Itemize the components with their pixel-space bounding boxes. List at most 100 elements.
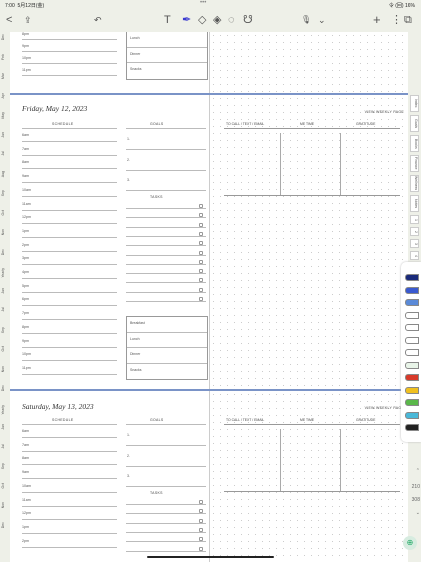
pen-color-swatch[interactable] [405, 299, 419, 306]
task-checkbox[interactable] [199, 500, 203, 504]
month-tab[interactable]: Feb [1, 54, 9, 60]
hour-line[interactable] [22, 250, 117, 252]
task-checkbox[interactable] [199, 518, 203, 523]
pen-color-swatch[interactable] [405, 349, 419, 356]
month-tab[interactable]: Jul [1, 151, 9, 155]
section-tab[interactable]: Index [410, 95, 419, 112]
month-tab[interactable]: Nov [1, 229, 9, 235]
meal-row[interactable]: Snacks [127, 63, 207, 79]
hour-line[interactable] [22, 39, 117, 40]
meal-row[interactable]: Dinner [127, 348, 207, 364]
more-icon[interactable]: ⋮ [391, 13, 402, 27]
task-checkbox[interactable] [199, 241, 203, 246]
text-tool-icon[interactable]: T [164, 13, 171, 27]
hour-line[interactable] [22, 291, 117, 293]
month-tab[interactable]: Oct [1, 483, 9, 488]
month-tab[interactable]: Yearly [1, 405, 9, 415]
month-tab[interactable]: May [1, 112, 9, 119]
hour-line[interactable] [22, 360, 117, 361]
task-checkbox[interactable] [199, 269, 203, 274]
pen-color-swatch[interactable] [405, 411, 419, 419]
section-tab[interactable]: Notes [410, 195, 419, 212]
page-saturday-dot-grid[interactable]: VIEW WEEKLY PAGE TO CALL / TEXT / EMAIL M… [210, 391, 408, 562]
pen-color-swatch[interactable] [405, 311, 419, 319]
task-row[interactable] [126, 211, 206, 219]
task-checkbox[interactable] [199, 297, 203, 301]
hour-line[interactable] [22, 63, 117, 64]
hour-line[interactable] [22, 209, 117, 210]
section-tab[interactable]: 1 [410, 215, 419, 224]
task-checkbox[interactable] [199, 509, 203, 514]
hour-line[interactable] [22, 264, 117, 265]
hour-line[interactable] [22, 154, 117, 156]
goal-line[interactable] [126, 486, 206, 487]
zoom-in-icon[interactable]: ⊕ [403, 536, 417, 550]
goal-line[interactable] [126, 169, 206, 170]
meal-row[interactable]: Snacks [127, 364, 207, 380]
shapes-icon[interactable]: ☋ [243, 13, 253, 27]
hour-line[interactable] [22, 332, 117, 334]
hour-line[interactable] [22, 75, 117, 76]
goal-line[interactable] [126, 445, 206, 446]
month-tab[interactable]: Jun [1, 132, 9, 138]
pen-tool-icon[interactable]: ✒ [182, 13, 191, 27]
goal-line[interactable] [126, 190, 206, 191]
pen-color-swatch[interactable] [405, 386, 419, 394]
month-tab[interactable]: Jul [1, 307, 9, 311]
view-weekly-page-link[interactable]: VIEW WEEKLY PAGE [365, 110, 404, 114]
task-row[interactable] [126, 221, 206, 228]
month-tab[interactable]: Apr [1, 93, 9, 98]
month-tab[interactable]: Dec [1, 522, 9, 528]
view-weekly-page-link[interactable]: VIEW WEEKLY PAGE [365, 406, 404, 410]
section-tab[interactable]: Finance [410, 155, 419, 172]
hour-line[interactable] [22, 319, 117, 320]
month-tab[interactable]: Sep [1, 327, 9, 333]
hour-line[interactable] [22, 346, 117, 347]
section-tab[interactable]: Wellness [410, 175, 419, 192]
task-checkbox[interactable] [199, 537, 203, 542]
task-row[interactable] [126, 230, 206, 237]
pen-color-swatch[interactable] [405, 274, 419, 281]
hour-line[interactable] [22, 195, 117, 197]
page-friday-dot-grid[interactable]: VIEW WEEKLY PAGE TO CALL / TEXT / EMAIL M… [210, 95, 408, 389]
task-row[interactable] [126, 507, 206, 515]
task-row[interactable] [126, 276, 206, 284]
month-tab[interactable]: Jul [1, 444, 9, 448]
task-checkbox[interactable] [199, 527, 203, 532]
month-tab[interactable]: Mar [1, 73, 9, 79]
hour-line[interactable] [22, 505, 117, 506]
eraser-icon[interactable]: ◈ [213, 13, 221, 27]
share-icon[interactable]: ⇪ [24, 13, 32, 27]
task-checkbox[interactable] [199, 259, 203, 264]
lasso-icon[interactable]: ◌ [228, 13, 235, 27]
task-row[interactable] [126, 295, 206, 302]
hour-line[interactable] [22, 168, 117, 169]
task-row[interactable] [126, 202, 206, 209]
task-row[interactable] [126, 249, 206, 256]
task-checkbox[interactable] [199, 250, 203, 255]
task-checkbox[interactable] [199, 287, 203, 292]
month-tab[interactable]: Jun [1, 288, 9, 294]
hour-line[interactable] [22, 278, 117, 279]
pen-color-swatch[interactable] [405, 286, 419, 294]
multitask-dots[interactable]: ••• [200, 0, 206, 6]
month-tab[interactable]: Sep [1, 463, 9, 469]
task-row[interactable] [126, 258, 206, 265]
hour-line[interactable] [22, 223, 117, 224]
add-page-icon[interactable]: + [373, 13, 381, 27]
month-tab[interactable]: Dec [1, 385, 9, 391]
task-row[interactable] [126, 535, 206, 543]
month-tab[interactable]: Sep [1, 190, 9, 196]
highlighter-icon[interactable]: ◇ [198, 13, 206, 27]
mic-icon[interactable]: 🎙 [301, 13, 311, 27]
hour-line[interactable] [22, 437, 117, 438]
pen-color-swatch[interactable] [405, 374, 419, 381]
hour-line[interactable] [22, 141, 117, 142]
hour-line[interactable] [22, 236, 117, 238]
pen-color-swatch[interactable] [405, 399, 419, 406]
section-tab[interactable]: 4 [410, 251, 419, 260]
goal-line[interactable] [126, 465, 206, 466]
section-tab[interactable]: 2 [410, 227, 419, 236]
section-tab[interactable]: 3 [410, 239, 419, 248]
task-row[interactable] [126, 517, 206, 524]
